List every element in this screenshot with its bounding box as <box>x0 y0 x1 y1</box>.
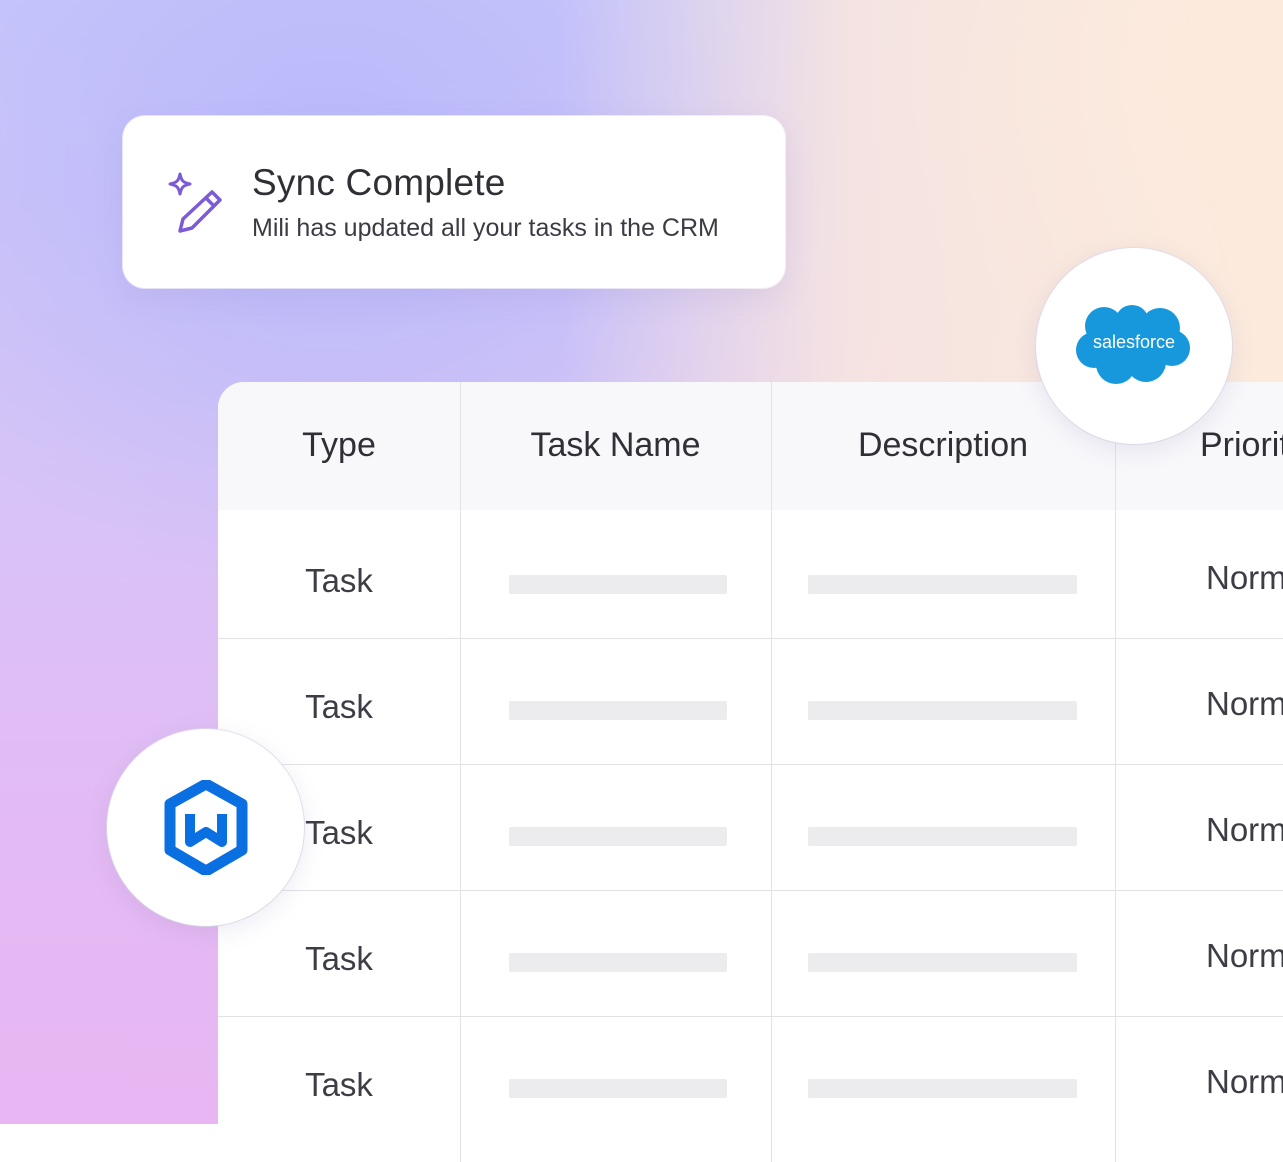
salesforce-label: salesforce <box>1093 332 1175 352</box>
cell-type: Task <box>305 940 373 977</box>
column-header-task-name[interactable]: Task Name <box>460 426 771 465</box>
cell-type: Task <box>305 688 373 725</box>
task-name-placeholder <box>509 701 727 720</box>
task-name-placeholder <box>509 575 727 594</box>
row-divider <box>218 890 1283 891</box>
row-divider <box>218 764 1283 765</box>
column-divider <box>771 382 772 1162</box>
cell-type: Task <box>305 562 373 599</box>
column-header-type[interactable]: Type <box>218 426 460 465</box>
task-name-placeholder <box>509 1079 727 1098</box>
cell-priority: Normal <box>1206 1063 1283 1100</box>
description-placeholder <box>808 953 1077 972</box>
row-divider <box>218 1016 1283 1017</box>
task-name-placeholder <box>509 953 727 972</box>
toast-message: Mili has updated all your tasks in the C… <box>252 214 719 242</box>
tasks-table: Type Task Name Description Priority Task… <box>218 382 1283 1162</box>
description-placeholder <box>808 827 1077 846</box>
task-name-placeholder <box>509 827 727 846</box>
description-placeholder <box>808 575 1077 594</box>
column-divider <box>460 382 461 1162</box>
cell-priority: Normal <box>1206 559 1283 596</box>
salesforce-logo: salesforce <box>1076 305 1190 384</box>
column-divider <box>1115 382 1116 1162</box>
column-header-priority[interactable]: Priority <box>1200 426 1283 465</box>
cell-priority: Normal <box>1206 937 1283 974</box>
description-placeholder <box>808 701 1077 720</box>
wrike-logo <box>164 780 248 875</box>
toast-title: Sync Complete <box>252 162 506 203</box>
sparkle-pencil-icon <box>168 172 222 233</box>
row-divider <box>218 638 1283 639</box>
cell-type: Task <box>305 1066 373 1103</box>
cell-priority: Normal <box>1206 685 1283 722</box>
description-placeholder <box>808 1079 1077 1098</box>
cell-priority: Normal <box>1206 811 1283 848</box>
column-header-description[interactable]: Description <box>771 426 1115 465</box>
